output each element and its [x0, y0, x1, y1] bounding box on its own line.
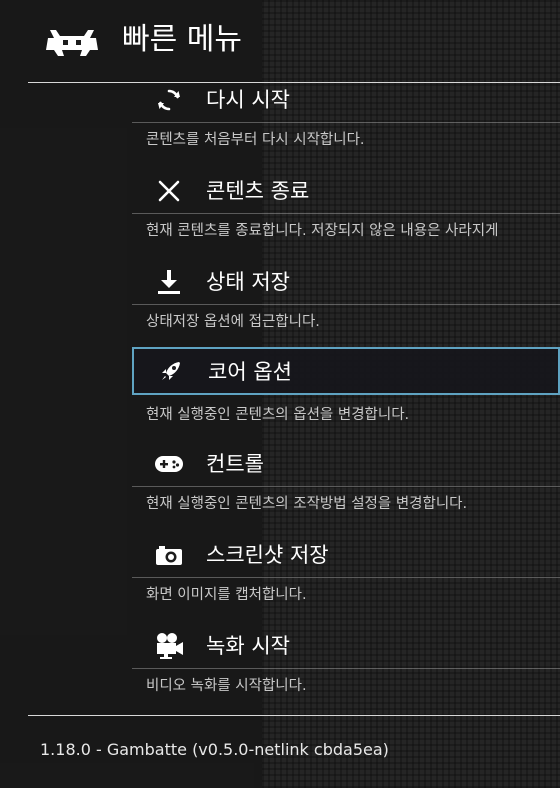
retroarch-invader-icon — [46, 30, 98, 56]
close-icon — [154, 177, 184, 205]
menu-item-label: 다시 시작 — [206, 88, 290, 112]
video-camera-icon — [154, 632, 184, 660]
divider — [132, 668, 560, 669]
menu-item-label: 콘텐츠 종료 — [206, 179, 310, 203]
menu-item-row[interactable]: 코어 옵션 — [132, 347, 560, 395]
menu-item-description: 비디오 녹화를 시작합니다. — [146, 678, 307, 694]
menu-item-label: 컨트롤 — [206, 452, 264, 476]
page-title: 빠른 메뉴 — [122, 22, 242, 57]
header: 빠른 메뉴 — [0, 0, 560, 82]
menu-item-description: 현재 실행중인 콘텐츠의 옵션을 변경합니다. — [146, 407, 410, 423]
menu-item-row[interactable]: 콘텐츠 종료 — [132, 169, 560, 213]
divider — [132, 577, 560, 578]
divider — [132, 122, 560, 123]
menu-item-description: 상태저장 옵션에 접근합니다. — [146, 314, 320, 330]
menu-item-start-recording[interactable]: 녹화 시작 비디오 녹화를 시작합니다. — [132, 624, 560, 716]
menu-item-save-state[interactable]: 상태 저장 상태저장 옵션에 접근합니다. — [132, 260, 560, 352]
menu-item-label: 녹화 시작 — [206, 634, 290, 658]
menu-item-label: 스크린샷 저장 — [206, 543, 329, 567]
menu-item-description: 화면 이미지를 캡처합니다. — [146, 587, 307, 603]
gamepad-icon — [154, 450, 184, 478]
menu-item-row[interactable]: 컨트롤 — [132, 442, 560, 486]
menu-item-restart[interactable]: 다시 시작 콘텐츠를 처음부터 다시 시작합니다. — [132, 78, 560, 170]
menu-item-core-options[interactable]: 코어 옵션 현재 실행중인 콘텐츠의 옵션을 변경합니다. — [132, 347, 560, 439]
divider — [132, 304, 560, 305]
menu-item-description: 콘텐츠를 처음부터 다시 시작합니다. — [146, 132, 365, 148]
menu-item-label: 코어 옵션 — [208, 360, 292, 384]
menu-item-label: 상태 저장 — [206, 270, 290, 294]
menu-item-description: 현재 콘텐츠를 종료합니다. 저장되지 않은 내용은 사라지게 — [146, 223, 499, 239]
footer-divider — [28, 715, 560, 716]
restart-icon — [154, 86, 184, 114]
menu-item-row[interactable]: 상태 저장 — [132, 260, 560, 304]
divider — [132, 213, 560, 214]
core-info-footer: 1.18.0 - Gambatte (v0.5.0-netlink cbda5e… — [40, 740, 389, 759]
menu-item-controls[interactable]: 컨트롤 현재 실행중인 콘텐츠의 조작방법 설정을 변경합니다. — [132, 442, 560, 534]
download-icon — [154, 268, 184, 296]
camera-icon — [154, 541, 184, 569]
menu-item-description: 현재 실행중인 콘텐츠의 조작방법 설정을 변경합니다. — [146, 496, 468, 512]
menu-item-row[interactable]: 다시 시작 — [132, 78, 560, 122]
divider — [132, 486, 560, 487]
menu-item-close-content[interactable]: 콘텐츠 종료 현재 콘텐츠를 종료합니다. 저장되지 않은 내용은 사라지게 — [132, 169, 560, 261]
menu-item-row[interactable]: 녹화 시작 — [132, 624, 560, 668]
menu-item-screenshot[interactable]: 스크린샷 저장 화면 이미지를 캡처합니다. — [132, 533, 560, 625]
menu-item-row[interactable]: 스크린샷 저장 — [132, 533, 560, 577]
rocket-icon — [156, 357, 186, 385]
